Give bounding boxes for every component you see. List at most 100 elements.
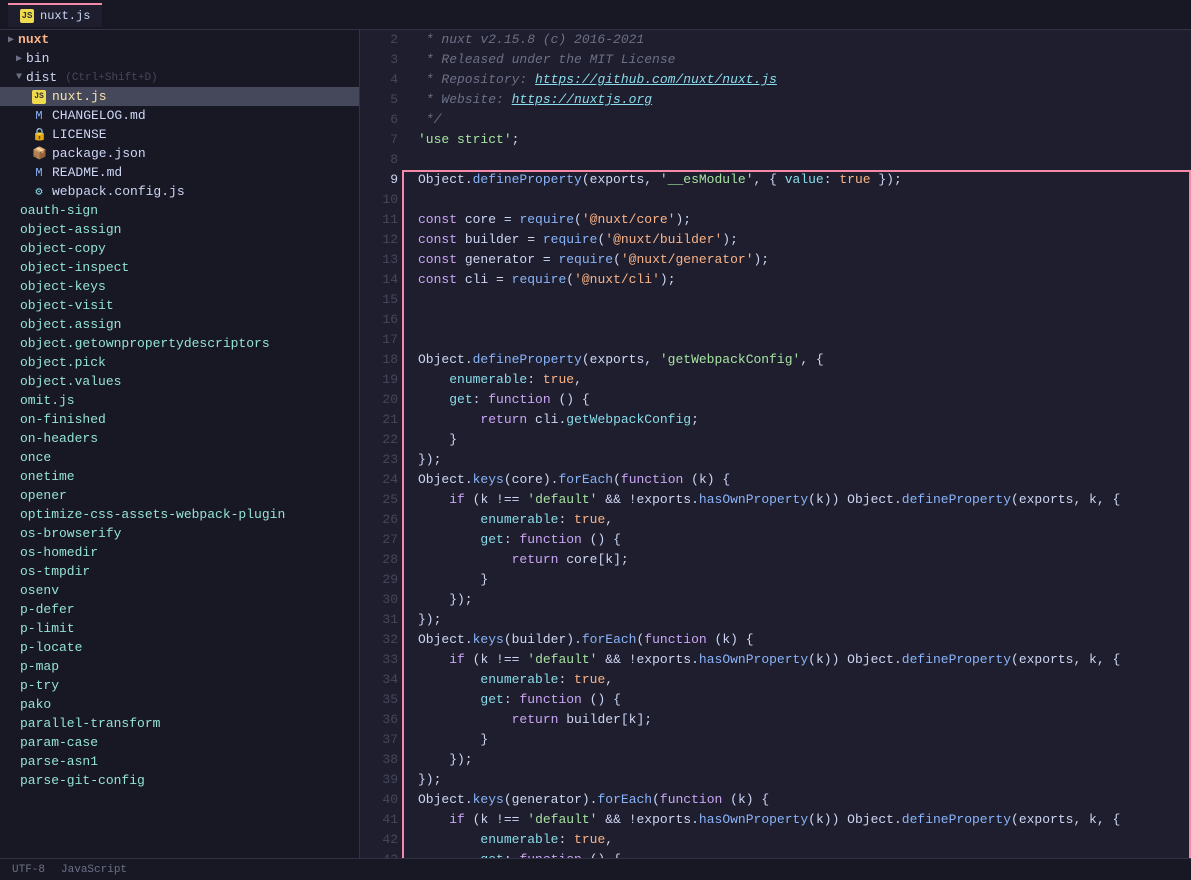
item-label: on-headers [20,431,98,446]
line-num-25: 25 [360,490,398,510]
item-label: object-inspect [20,260,129,275]
code-container: 2 3 4 5 6 7 8 9 10 11 12 13 14 15 16 17 … [360,30,1191,858]
sidebar[interactable]: ▶ nuxt ▶ bin ▼ dist (Ctrl+Shift+D) JS nu… [0,30,360,858]
sidebar-item-oauth-sign[interactable]: oauth-sign [0,201,359,220]
code-line-43: get: function () { [418,850,1191,858]
item-label: os-homedir [20,545,98,560]
line-num-8: 8 [360,150,398,170]
sidebar-item-object-assign2[interactable]: object.assign [0,315,359,334]
sidebar-item-parse-asn1[interactable]: parse-asn1 [0,752,359,771]
item-label: os-browserify [20,526,121,541]
code-lines: * nuxt v2.15.8 (c) 2016-2021 * Released … [410,30,1191,858]
sidebar-item-opener[interactable]: opener [0,486,359,505]
sidebar-item-object-keys[interactable]: object-keys [0,277,359,296]
file-webpack-config[interactable]: ⚙ webpack.config.js [0,182,359,201]
line-num-28: 28 [360,550,398,570]
folder-bin[interactable]: ▶ bin [0,49,359,68]
sidebar-item-once[interactable]: once [0,448,359,467]
line-num-29: 29 [360,570,398,590]
code-line-3: * Released under the MIT License [418,50,1191,70]
item-label: p-limit [20,621,75,636]
file-label: LICENSE [52,127,107,142]
sidebar-item-osenv[interactable]: osenv [0,581,359,600]
code-line-8 [418,150,1191,170]
line-num-4: 4 [360,70,398,90]
sidebar-root-nuxt[interactable]: ▶ nuxt [0,30,359,49]
sidebar-item-on-finished[interactable]: on-finished [0,410,359,429]
line-num-3: 3 [360,50,398,70]
item-label: object-assign [20,222,121,237]
sidebar-item-p-defer[interactable]: p-defer [0,600,359,619]
sidebar-item-object-values[interactable]: object.values [0,372,359,391]
item-label: optimize-css-assets-webpack-plugin [20,507,285,522]
file-label: README.md [52,165,122,180]
sidebar-item-optimize-css[interactable]: optimize-css-assets-webpack-plugin [0,505,359,524]
line-num-16: 16 [360,310,398,330]
line-num-6: 6 [360,110,398,130]
sidebar-item-object-copy[interactable]: object-copy [0,239,359,258]
code-line-20: get: function () { [418,390,1191,410]
line-num-40: 40 [360,790,398,810]
main-layout: ▶ nuxt ▶ bin ▼ dist (Ctrl+Shift+D) JS nu… [0,30,1191,858]
active-tab[interactable]: JS nuxt.js [8,3,102,27]
sidebar-item-p-locate[interactable]: p-locate [0,638,359,657]
folder-dist[interactable]: ▼ dist (Ctrl+Shift+D) [0,68,359,87]
code-line-14: const cli = require('@nuxt/cli'); [418,270,1191,290]
file-readme[interactable]: M README.md [0,163,359,182]
sidebar-item-p-limit[interactable]: p-limit [0,619,359,638]
code-line-21: return cli.getWebpackConfig; [418,410,1191,430]
item-label: parallel-transform [20,716,160,731]
sidebar-item-onetime[interactable]: onetime [0,467,359,486]
sidebar-item-object-getownpropertydescriptors[interactable]: object.getownpropertydescriptors [0,334,359,353]
sidebar-item-param-case[interactable]: param-case [0,733,359,752]
code-line-32: Object.keys(builder).forEach(function (k… [418,630,1191,650]
item-label: p-try [20,678,59,693]
code-line-18: Object.defineProperty(exports, 'getWebpa… [418,350,1191,370]
sidebar-item-p-map[interactable]: p-map [0,657,359,676]
code-editor: 2 3 4 5 6 7 8 9 10 11 12 13 14 15 16 17 … [360,30,1191,858]
code-line-42: enumerable: true, [418,830,1191,850]
sidebar-item-os-browserify[interactable]: os-browserify [0,524,359,543]
sidebar-item-object-visit[interactable]: object-visit [0,296,359,315]
code-line-30: }); [418,590,1191,610]
md-icon: M [32,166,46,180]
file-changelog[interactable]: M CHANGELOG.md [0,106,359,125]
code-line-25: if (k !== 'default' && !exports.hasOwnPr… [418,490,1191,510]
sidebar-item-os-homedir[interactable]: os-homedir [0,543,359,562]
code-line-5: * Website: https://nuxtjs.org [418,90,1191,110]
sidebar-item-object-inspect[interactable]: object-inspect [0,258,359,277]
sidebar-item-object-assign[interactable]: object-assign [0,220,359,239]
item-label: osenv [20,583,59,598]
code-line-26: enumerable: true, [418,510,1191,530]
line-num-27: 27 [360,530,398,550]
line-num-17: 17 [360,330,398,350]
sidebar-item-pako[interactable]: pako [0,695,359,714]
code-line-31: }); [418,610,1191,630]
sidebar-item-p-try[interactable]: p-try [0,676,359,695]
sidebar-item-on-headers[interactable]: on-headers [0,429,359,448]
code-line-35: get: function () { [418,690,1191,710]
code-line-19: enumerable: true, [418,370,1191,390]
item-label: object.values [20,374,121,389]
sidebar-item-object-pick[interactable]: object.pick [0,353,359,372]
file-nuxt-js[interactable]: JS nuxt.js [0,87,359,106]
sidebar-item-parallel-transform[interactable]: parallel-transform [0,714,359,733]
item-label: object-visit [20,298,114,313]
sidebar-item-omit-js[interactable]: omit.js [0,391,359,410]
code-line-33: if (k !== 'default' && !exports.hasOwnPr… [418,650,1191,670]
file-label: nuxt.js [52,89,107,104]
code-line-29: } [418,570,1191,590]
file-license[interactable]: 🔒 LICENSE [0,125,359,144]
line-num-19: 19 [360,370,398,390]
sidebar-item-parse-git-config[interactable]: parse-git-config [0,771,359,790]
line-num-12: 12 [360,230,398,250]
line-num-37: 37 [360,730,398,750]
sidebar-item-os-tmpdir[interactable]: os-tmpdir [0,562,359,581]
line-num-26: 26 [360,510,398,530]
line-num-36: 36 [360,710,398,730]
js-file-icon: JS [20,9,34,23]
item-label: os-tmpdir [20,564,90,579]
js-icon: JS [32,90,46,104]
file-package-json[interactable]: 📦 package.json [0,144,359,163]
line-num-41: 41 [360,810,398,830]
